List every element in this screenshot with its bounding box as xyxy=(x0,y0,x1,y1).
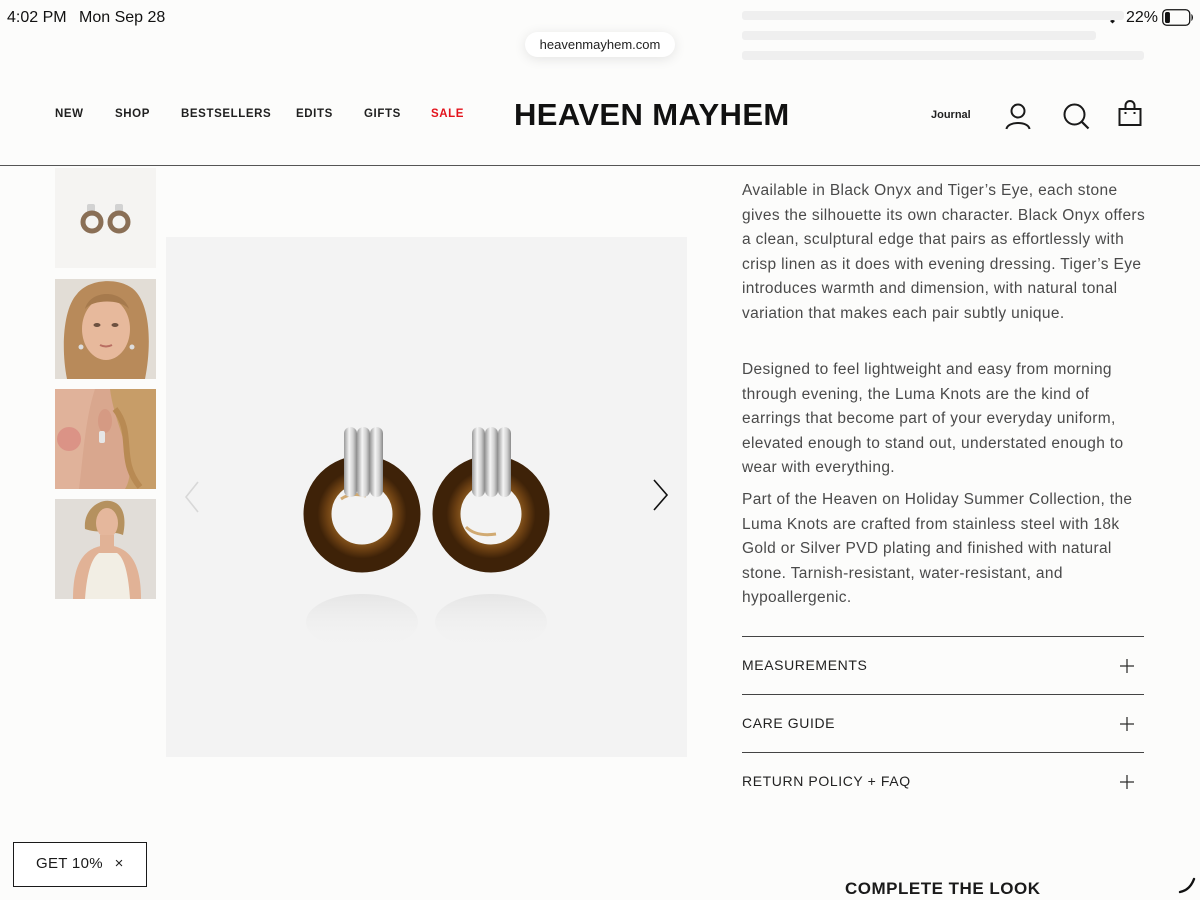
journal-link[interactable]: Journal xyxy=(931,109,971,121)
tiger-eye-earrings-image xyxy=(303,427,550,650)
nav-gifts[interactable]: GIFTS xyxy=(364,108,401,120)
description-paragraph-2: Designed to feel lightweight and easy fr… xyxy=(742,361,1124,476)
description-paragraph-3: Part of the Heaven on Holiday Summer Col… xyxy=(742,491,1133,606)
thumbnail-product[interactable] xyxy=(55,168,156,268)
close-icon[interactable]: × xyxy=(111,856,127,872)
nav-bestsellers[interactable]: BESTSELLERS xyxy=(181,108,271,120)
complete-the-look-heading: COMPLETE THE LOOK xyxy=(845,879,1041,898)
scrolled-text-ghost xyxy=(742,0,1144,70)
thumbnail-model-ear[interactable] xyxy=(55,389,156,489)
site-header: NEW SHOP BESTSELLERS EDITS GIFTS SALE HE… xyxy=(0,70,1200,166)
battery-icon xyxy=(1162,9,1193,26)
promo-label: GET 10% xyxy=(36,855,103,872)
accordion-return-policy[interactable]: RETURN POLICY + FAQ xyxy=(742,752,1144,810)
chevron-right-icon[interactable] xyxy=(650,477,670,513)
chevron-left-icon[interactable] xyxy=(182,479,202,515)
model-side-image xyxy=(55,499,156,599)
resize-handle-icon[interactable] xyxy=(1178,876,1196,894)
plus-icon[interactable] xyxy=(1120,717,1134,731)
nav-new[interactable]: NEW xyxy=(55,108,84,120)
status-time: 4:02 PM xyxy=(7,9,67,26)
nav-edits[interactable]: EDITS xyxy=(296,108,333,120)
accordion-label: RETURN POLICY + FAQ xyxy=(742,773,911,789)
bag-icon[interactable] xyxy=(1116,100,1144,128)
nav-shop[interactable]: SHOP xyxy=(115,108,150,120)
model-ear-image xyxy=(55,389,156,489)
accordion-label: CARE GUIDE xyxy=(742,715,836,731)
url-bar[interactable]: heavenmayhem.com xyxy=(525,32,675,57)
thumbnail-model-side[interactable] xyxy=(55,499,156,599)
site-logo[interactable]: HEAVEN MAYHEM xyxy=(514,97,790,133)
thumbnail-model-front[interactable] xyxy=(55,279,156,379)
plus-icon[interactable] xyxy=(1120,775,1134,789)
main-product-image xyxy=(166,237,687,757)
plus-icon[interactable] xyxy=(1120,659,1134,673)
accordion-care-guide[interactable]: CARE GUIDE xyxy=(742,694,1144,752)
search-icon[interactable] xyxy=(1062,102,1090,130)
accordion-label: MEASUREMENTS xyxy=(742,657,868,673)
status-date: Mon Sep 28 xyxy=(79,9,166,26)
nav-sale[interactable]: SALE xyxy=(431,108,464,120)
description-paragraph-1: Available in Black Onyx and Tiger’s Eye,… xyxy=(742,182,1146,322)
account-icon[interactable] xyxy=(1004,102,1032,130)
accordion-measurements[interactable]: MEASUREMENTS xyxy=(742,636,1144,694)
earrings-thumbnail-image xyxy=(55,168,156,268)
model-front-image xyxy=(55,279,156,379)
discount-promo-button[interactable]: GET 10% × xyxy=(13,842,147,887)
